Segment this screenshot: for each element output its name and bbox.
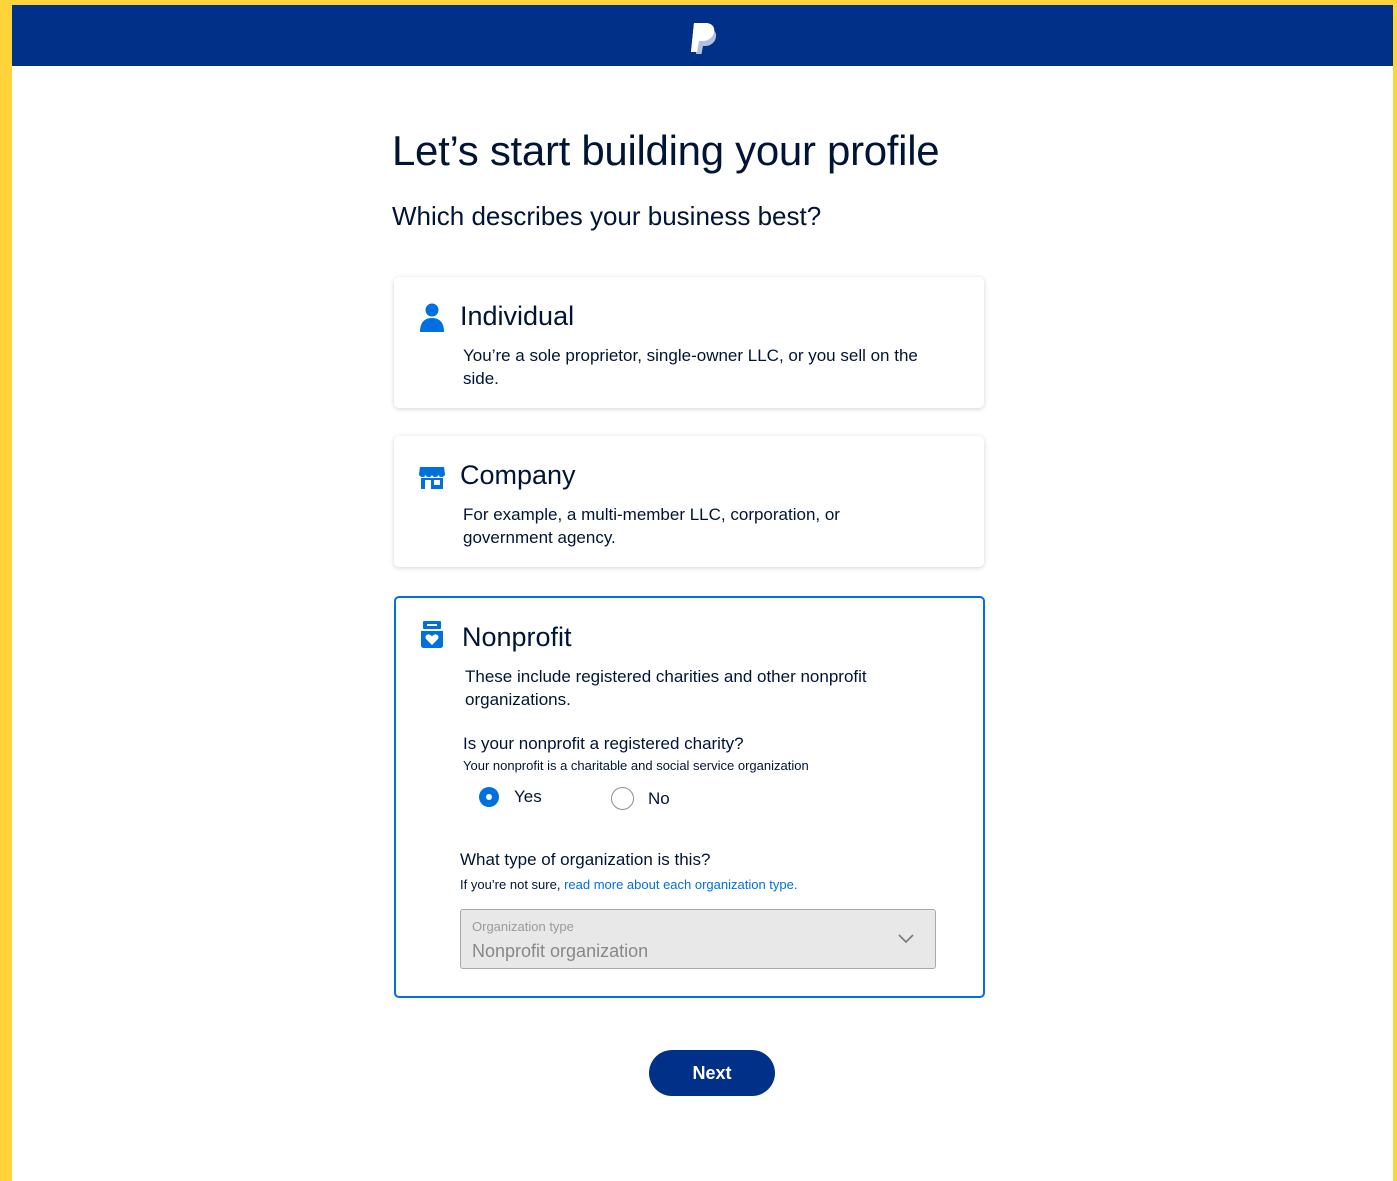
charity-hint: Your nonprofit is a charitable and socia…	[463, 758, 809, 773]
option-title: Company	[460, 460, 576, 490]
radio-yes-control[interactable]	[479, 787, 499, 807]
option-description: These include registered charities and o…	[465, 667, 867, 709]
radio-yes-label: Yes	[514, 787, 542, 806]
org-type-hint-text: If you’re not sure,	[460, 877, 565, 892]
organization-type-select[interactable]: Organization type Nonprofit organization	[460, 909, 936, 969]
page-frame: Let’s start building your profile Which …	[12, 5, 1393, 1181]
org-type-question: What type of organization is this?	[460, 850, 711, 869]
storefront-icon	[419, 467, 445, 489]
radio-no-label: No	[648, 788, 670, 808]
chevron-down-icon	[898, 934, 914, 944]
person-icon	[420, 303, 444, 332]
select-label: Organization type	[472, 919, 574, 934]
org-type-info-link[interactable]: read more about each organization type.	[564, 877, 797, 892]
paypal-logo	[691, 23, 717, 54]
option-card-individual[interactable]: Individual You’re a sole proprietor, sin…	[394, 277, 984, 408]
page-title: Let’s start building your profile	[392, 127, 940, 174]
page-subtitle: Which describes your business best?	[392, 201, 822, 231]
next-button[interactable]: Next	[649, 1050, 775, 1096]
option-card-nonprofit[interactable]: Nonprofit These include registered chari…	[394, 596, 985, 998]
option-description: You’re a sole proprietor, single-owner L…	[463, 346, 918, 388]
option-title: Nonprofit	[462, 622, 572, 652]
select-value: Nonprofit organization	[472, 941, 649, 961]
radio-no[interactable]: No	[611, 787, 670, 810]
top-bar	[12, 5, 1393, 66]
radio-yes[interactable]: Yes	[479, 787, 542, 807]
option-card-company[interactable]: Company For example, a multi-member LLC,…	[394, 436, 984, 567]
org-type-hint: If you’re not sure, read more about each…	[460, 877, 798, 892]
radio-no-control[interactable]	[611, 787, 634, 810]
charity-question: Is your nonprofit a registered charity?	[463, 734, 744, 753]
option-title: Individual	[460, 301, 575, 331]
option-description: For example, a multi-member LLC, corpora…	[463, 505, 840, 547]
charity-box-icon	[421, 621, 443, 648]
